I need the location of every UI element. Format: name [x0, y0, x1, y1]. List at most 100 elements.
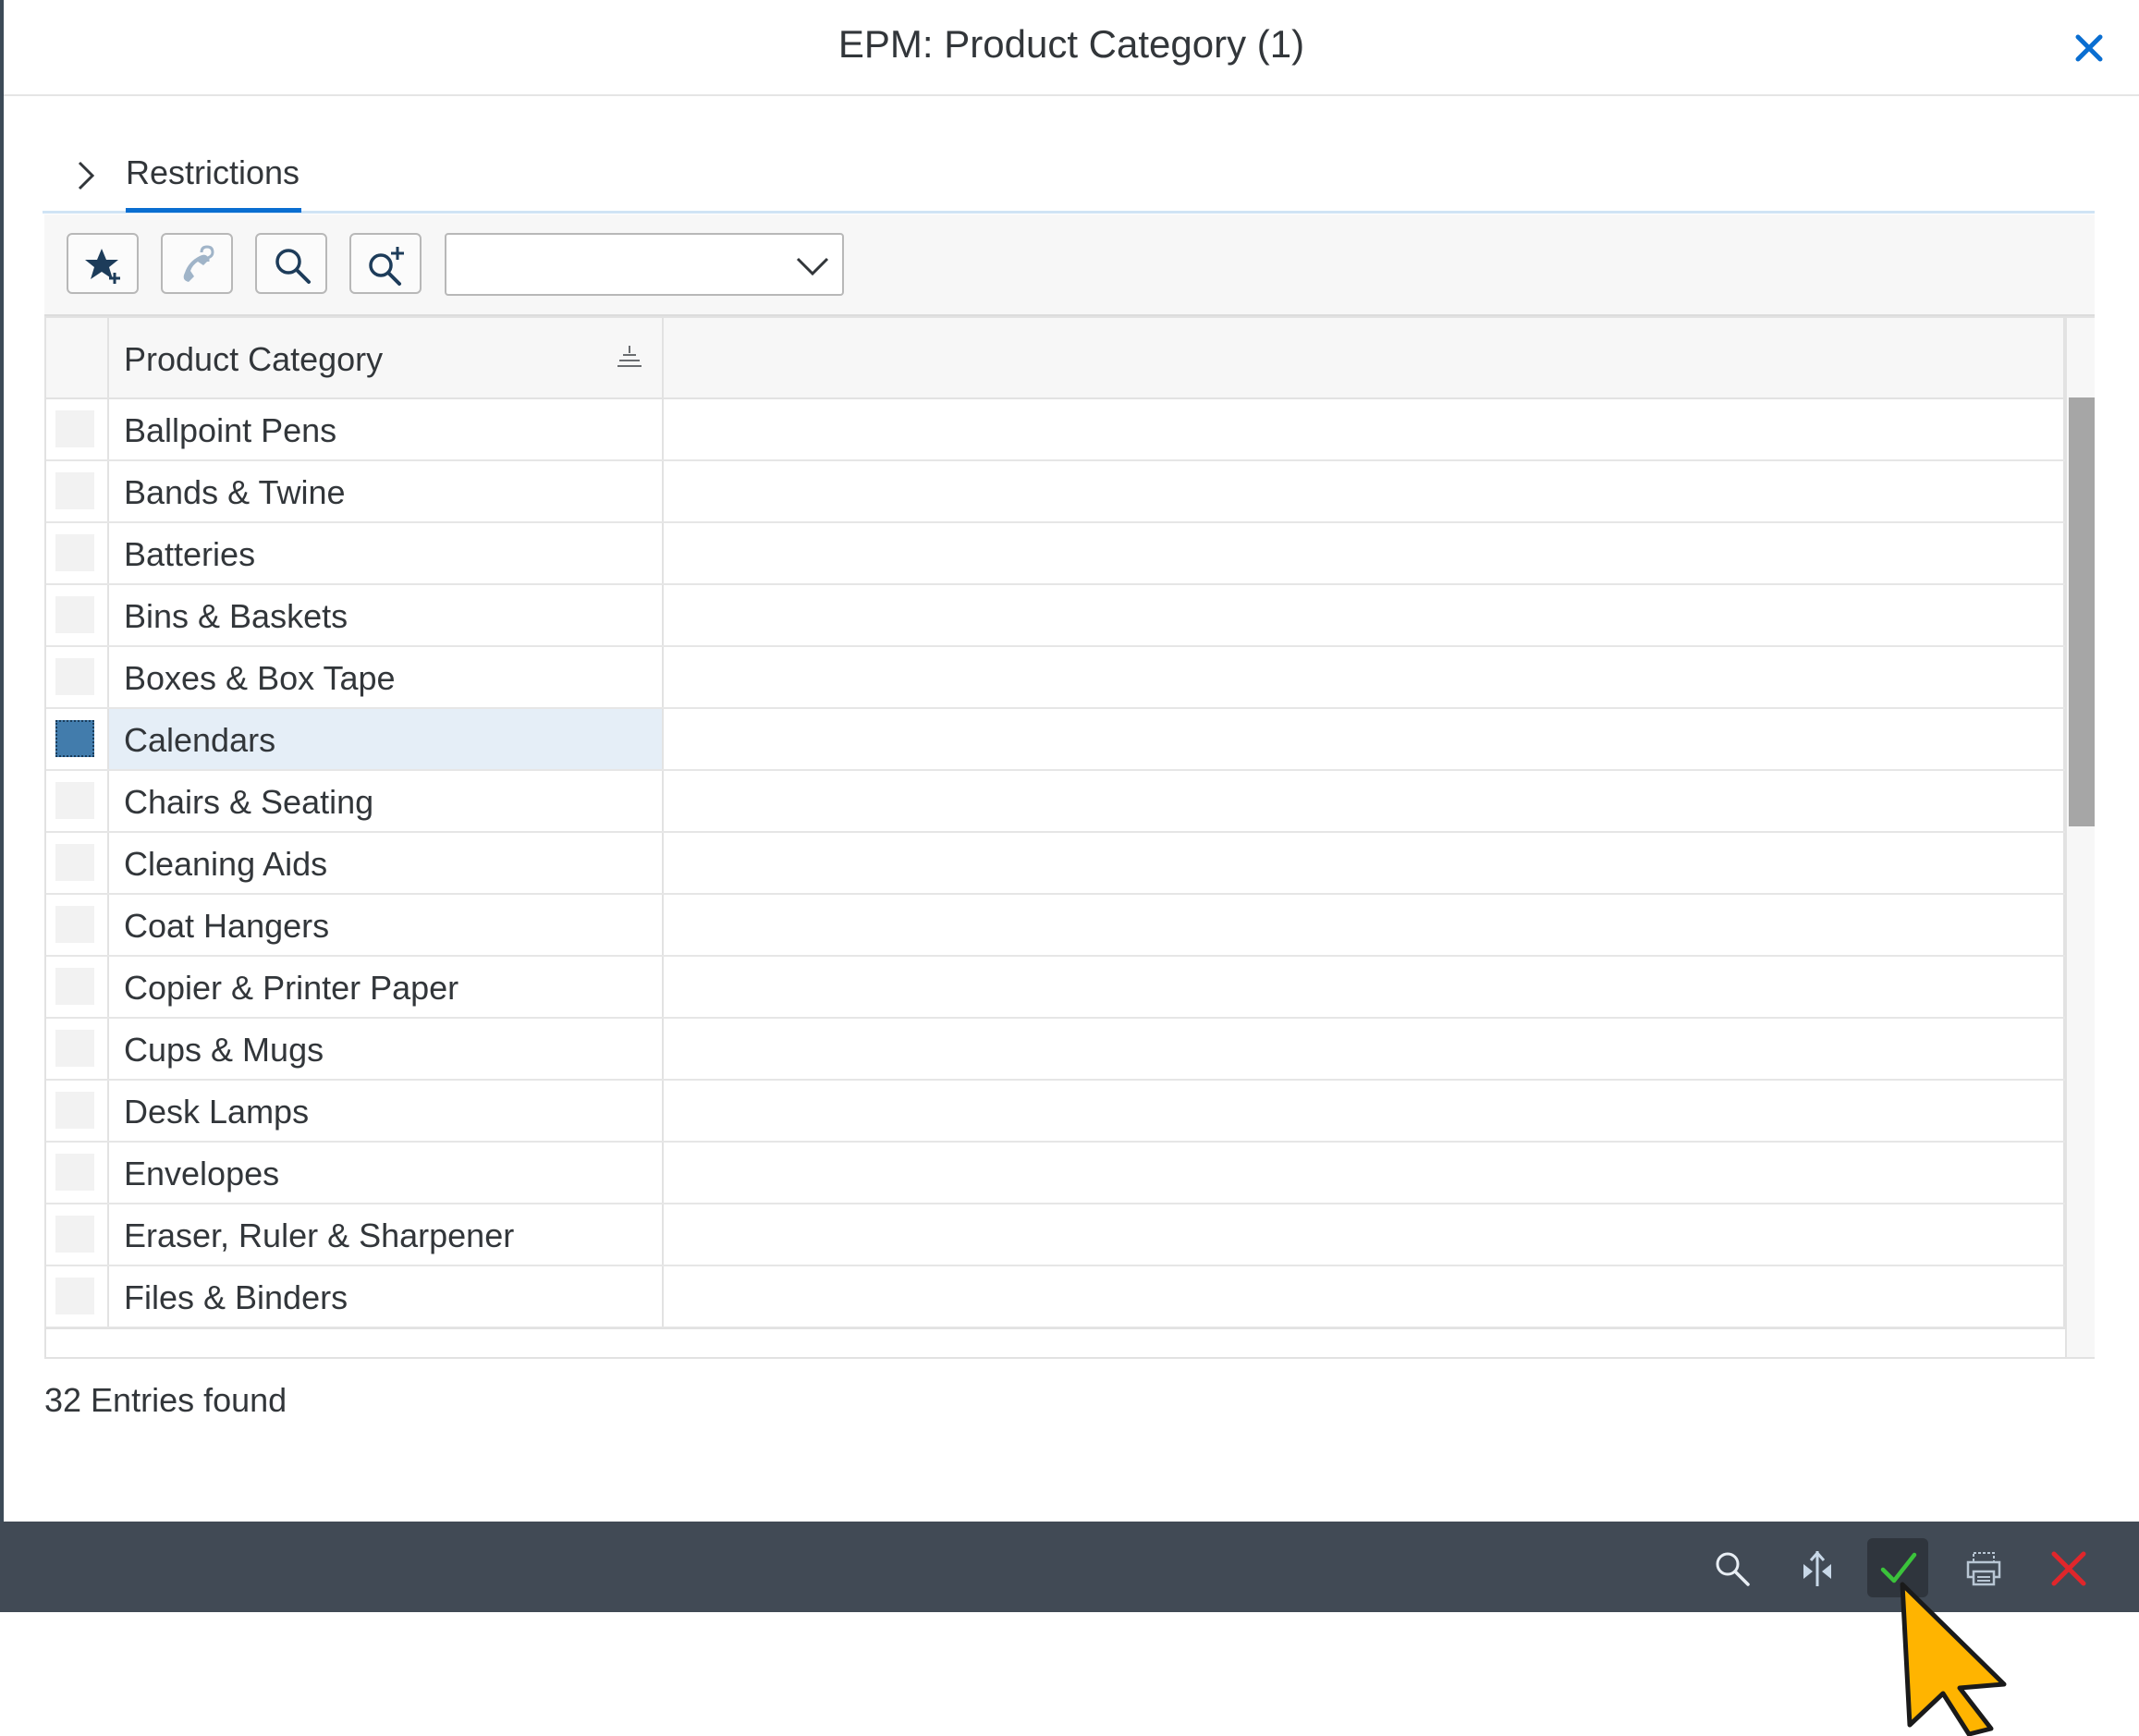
- table-row[interactable]: Copier & Printer Paper: [46, 957, 2065, 1019]
- product-category-cell[interactable]: Chairs & Seating: [109, 771, 664, 831]
- footer-navigate-button[interactable]: [1786, 1538, 1847, 1597]
- close-button[interactable]: [2063, 22, 2115, 74]
- scrollbar-thumb[interactable]: [2069, 397, 2095, 826]
- row-selector[interactable]: [46, 833, 109, 893]
- cancel-x-icon: [2051, 1551, 2086, 1586]
- empty-cell: [664, 399, 2065, 459]
- empty-cell: [664, 1204, 2065, 1265]
- product-category-cell[interactable]: Batteries: [109, 523, 664, 583]
- row-selector[interactable]: [46, 1143, 109, 1203]
- row-selector[interactable]: [46, 585, 109, 645]
- table-row[interactable]: Desk Lamps: [46, 1081, 2065, 1143]
- table-row[interactable]: Files & Binders: [46, 1266, 2065, 1328]
- row-selector[interactable]: [46, 895, 109, 955]
- empty-cell: [664, 833, 2065, 893]
- product-category-cell[interactable]: Files & Binders: [109, 1266, 664, 1326]
- row-select-checkbox[interactable]: [55, 1092, 94, 1129]
- table-row[interactable]: Ballpoint Pens: [46, 399, 2065, 461]
- product-category-cell[interactable]: Copier & Printer Paper: [109, 957, 664, 1017]
- personal-value-list-button[interactable]: [161, 233, 233, 294]
- table-row[interactable]: Envelopes: [46, 1143, 2065, 1204]
- close-icon: [2075, 34, 2103, 62]
- table-row[interactable]: Coat Hangers: [46, 895, 2065, 957]
- product-category-label: Desk Lamps: [124, 1093, 310, 1131]
- table-row[interactable]: Chairs & Seating: [46, 771, 2065, 833]
- restrictions-tab-indicator: [126, 208, 301, 213]
- row-select-checkbox[interactable]: [55, 1030, 94, 1067]
- table-row[interactable]: Cleaning Aids: [46, 833, 2065, 895]
- value-help-dialog: EPM: Product Category (1) Restrictions P…: [4, 0, 2139, 1522]
- product-category-label: Calendars: [124, 721, 276, 759]
- product-category-cell[interactable]: Cups & Mugs: [109, 1019, 664, 1079]
- add-favorite-button[interactable]: [67, 233, 139, 294]
- row-selector[interactable]: [46, 1019, 109, 1079]
- mouse-pointer-icon: [1900, 1582, 2007, 1736]
- row-select-checkbox[interactable]: [55, 906, 94, 943]
- table-body: Ballpoint Pens Bands & Twine Batteries Bins…: [46, 399, 2065, 1328]
- row-selector[interactable]: [46, 957, 109, 1017]
- row-select-checkbox[interactable]: [55, 658, 94, 695]
- row-select-checkbox[interactable]: [55, 1154, 94, 1191]
- vertical-scrollbar[interactable]: [2065, 318, 2095, 1357]
- table-row[interactable]: Eraser, Ruler & Sharpener: [46, 1204, 2065, 1266]
- footer-search-button[interactable]: [1701, 1538, 1762, 1597]
- row-selector[interactable]: [46, 647, 109, 707]
- row-select-checkbox[interactable]: [55, 1216, 94, 1253]
- select-all-header[interactable]: [46, 318, 109, 397]
- product-category-cell[interactable]: Coat Hangers: [109, 895, 664, 955]
- row-selector[interactable]: [46, 1081, 109, 1141]
- search-more-button[interactable]: [349, 233, 422, 294]
- product-category-cell[interactable]: Cleaning Aids: [109, 833, 664, 893]
- column-header-product-category[interactable]: Product Category: [109, 318, 664, 397]
- product-category-label: Copier & Printer Paper: [124, 969, 459, 1007]
- table-row[interactable]: Calendars: [46, 709, 2065, 771]
- product-category-cell[interactable]: Boxes & Box Tape: [109, 647, 664, 707]
- row-selector[interactable]: [46, 523, 109, 583]
- footer-cancel-button[interactable]: [2037, 1538, 2098, 1597]
- row-selector[interactable]: [46, 771, 109, 831]
- variant-select[interactable]: [445, 233, 844, 296]
- product-category-cell[interactable]: Calendars: [109, 709, 664, 769]
- product-category-cell[interactable]: Bins & Baskets: [109, 585, 664, 645]
- table-row[interactable]: Bins & Baskets: [46, 585, 2065, 647]
- row-selector[interactable]: [46, 709, 109, 769]
- table-row[interactable]: Batteries: [46, 523, 2065, 585]
- row-selector[interactable]: [46, 399, 109, 459]
- row-selector[interactable]: [46, 1266, 109, 1326]
- empty-cell: [664, 1081, 2065, 1141]
- restrictions-tab[interactable]: Restrictions: [126, 153, 299, 192]
- row-selector[interactable]: [46, 461, 109, 521]
- row-select-checkbox[interactable]: [55, 1278, 94, 1314]
- product-category-cell[interactable]: Bands & Twine: [109, 461, 664, 521]
- row-select-checkbox[interactable]: [55, 472, 94, 509]
- row-select-checkbox[interactable]: [55, 968, 94, 1005]
- chevron-right-icon: [78, 161, 95, 190]
- row-select-checkbox[interactable]: [55, 410, 94, 447]
- dialog-titlebar: EPM: Product Category (1): [4, 0, 2139, 96]
- row-select-checkbox[interactable]: [55, 534, 94, 571]
- product-category-cell[interactable]: Ballpoint Pens: [109, 399, 664, 459]
- row-select-checkbox[interactable]: [55, 720, 94, 757]
- empty-cell: [664, 461, 2065, 521]
- row-select-checkbox[interactable]: [55, 844, 94, 881]
- product-category-label: Boxes & Box Tape: [124, 659, 396, 697]
- table-row[interactable]: Cups & Mugs: [46, 1019, 2065, 1081]
- dialog-footer: [0, 1522, 2139, 1612]
- product-category-label: Batteries: [124, 535, 256, 573]
- empty-cell: [664, 957, 2065, 1017]
- empty-cell: [664, 1266, 2065, 1326]
- product-category-cell[interactable]: Desk Lamps: [109, 1081, 664, 1141]
- product-category-cell[interactable]: Eraser, Ruler & Sharpener: [109, 1204, 664, 1265]
- table-row[interactable]: Bands & Twine: [46, 461, 2065, 523]
- column-menu-icon: [617, 346, 642, 367]
- row-selector[interactable]: [46, 1204, 109, 1265]
- restrictions-expand-button[interactable]: [68, 157, 102, 194]
- search-button[interactable]: [255, 233, 327, 294]
- product-category-cell[interactable]: Envelopes: [109, 1143, 664, 1203]
- row-select-checkbox[interactable]: [55, 782, 94, 819]
- table-row[interactable]: Boxes & Box Tape: [46, 647, 2065, 709]
- row-select-checkbox[interactable]: [55, 596, 94, 633]
- star-plus-icon: [85, 249, 120, 284]
- empty-cell: [664, 1143, 2065, 1203]
- chevron-down-icon: [796, 257, 829, 276]
